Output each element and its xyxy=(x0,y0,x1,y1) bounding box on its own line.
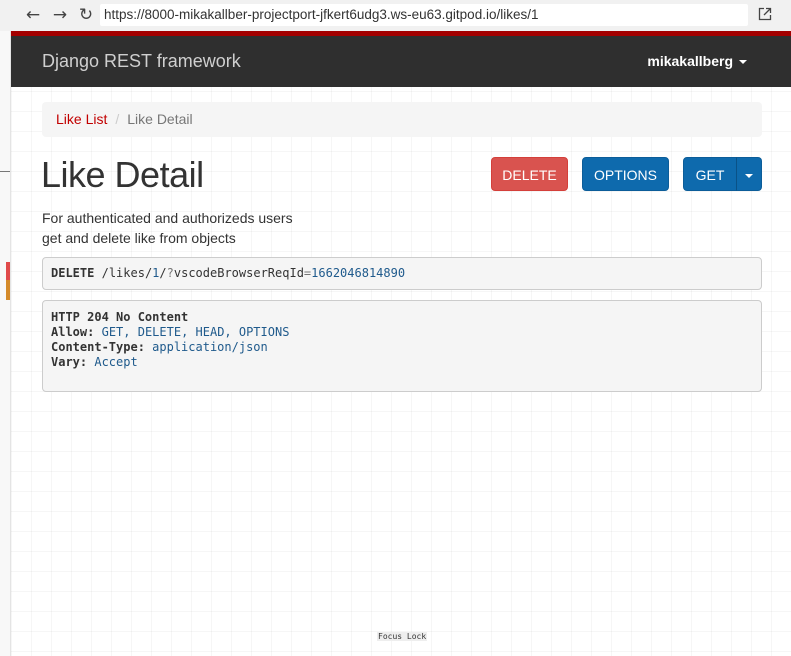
response-header: Vary: Accept xyxy=(51,355,753,370)
back-arrow-icon[interactable]: ← xyxy=(23,5,43,25)
caret-down-icon xyxy=(739,60,747,65)
caret-down-icon xyxy=(745,174,753,179)
response-header-name: Content-Type: xyxy=(51,340,145,354)
delete-button[interactable]: DELETE xyxy=(491,157,568,191)
gutter-change-marker-red xyxy=(6,262,10,280)
navbar: Django REST framework mikakallberg xyxy=(11,31,791,87)
address-bar[interactable]: https://8000-mikakallber-projectport-jfk… xyxy=(100,4,748,26)
gutter-change-marker-orange xyxy=(6,280,10,300)
request-method: DELETE xyxy=(51,266,95,280)
response-header-name: Allow: xyxy=(51,325,95,339)
request-query-key: vscodeBrowserReqId xyxy=(173,266,304,280)
breadcrumb-link-like-list[interactable]: Like List xyxy=(56,111,107,127)
user-name: mikakallberg xyxy=(647,53,733,69)
get-format-dropdown-button[interactable] xyxy=(736,157,762,191)
navbar-brand[interactable]: Django REST framework xyxy=(42,51,241,72)
browser-toolbar: ← → ↻ https://8000-mikakallber-projectpo… xyxy=(0,0,791,32)
reload-icon[interactable]: ↻ xyxy=(76,5,96,25)
response-header-name: Vary: xyxy=(51,355,88,369)
get-button[interactable]: GET xyxy=(683,157,737,191)
response-status: HTTP 204 No Content xyxy=(51,310,189,324)
response-info: HTTP 204 No Content Allow: GET, DELETE, … xyxy=(42,300,762,392)
breadcrumb-separator: / xyxy=(115,111,120,127)
response-header: Allow: GET, DELETE, HEAD, OPTIONS xyxy=(51,325,753,340)
forward-arrow-icon[interactable]: → xyxy=(50,5,70,25)
page-title: Like Detail xyxy=(41,154,204,195)
description-line: For authenticated and authorizeds users xyxy=(42,210,293,226)
request-path-sep: / xyxy=(159,266,167,280)
breadcrumb: Like List / Like Detail xyxy=(42,102,762,137)
request-info: DELETE /likes/1/?vscodeBrowserReqId=1662… xyxy=(42,257,762,290)
request-path-prefix: /likes/ xyxy=(101,266,153,280)
response-header-value: GET, DELETE, HEAD, OPTIONS xyxy=(101,325,290,339)
request-query-mark: ? xyxy=(166,266,174,280)
focus-lock-label: Focus Lock xyxy=(377,632,428,641)
response-header-value: Accept xyxy=(94,355,138,369)
gutter-tick xyxy=(0,171,10,172)
response-header: Content-Type: application/json xyxy=(51,340,753,355)
page-content: Django REST framework mikakallberg Like … xyxy=(11,31,791,656)
options-button[interactable]: OPTIONS xyxy=(582,157,669,191)
response-header-value: application/json xyxy=(152,340,268,354)
editor-gutter xyxy=(0,31,11,656)
request-query-value: 1662046814890 xyxy=(311,266,406,280)
description-line: get and delete like from objects xyxy=(42,230,236,246)
breadcrumb-current: Like Detail xyxy=(127,111,193,127)
user-menu-dropdown[interactable]: mikakallberg xyxy=(647,53,747,69)
open-external-icon[interactable] xyxy=(758,7,772,21)
view-description: For authenticated and authorizeds users … xyxy=(42,208,293,248)
